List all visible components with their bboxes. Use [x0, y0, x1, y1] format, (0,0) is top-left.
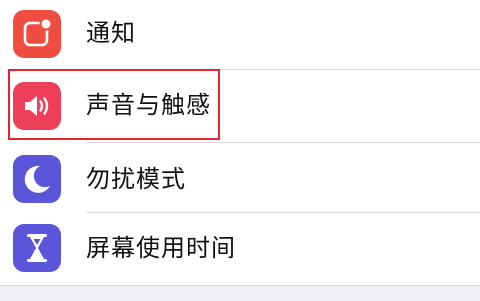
settings-row-notifications[interactable]: 通知 [0, 0, 480, 70]
speaker-icon [13, 82, 61, 130]
notifications-icon [13, 10, 61, 58]
settings-row-screen-time[interactable]: 屏幕使用时间 [0, 212, 480, 284]
settings-row-do-not-disturb[interactable]: 勿扰模式 [0, 142, 480, 214]
section-gap [0, 285, 480, 301]
hourglass-icon [13, 224, 61, 272]
settings-row-label: 屏幕使用时间 [86, 234, 236, 262]
moon-icon [13, 155, 61, 203]
settings-row-label: 通知 [86, 19, 136, 47]
settings-row-sounds-haptics[interactable]: 声音与触感 [0, 70, 480, 142]
settings-row-label: 声音与触感 [86, 91, 211, 119]
settings-list: 通知 声音与触感 勿扰模式 屏幕使用时间 [0, 0, 480, 285]
settings-row-label: 勿扰模式 [86, 165, 186, 193]
